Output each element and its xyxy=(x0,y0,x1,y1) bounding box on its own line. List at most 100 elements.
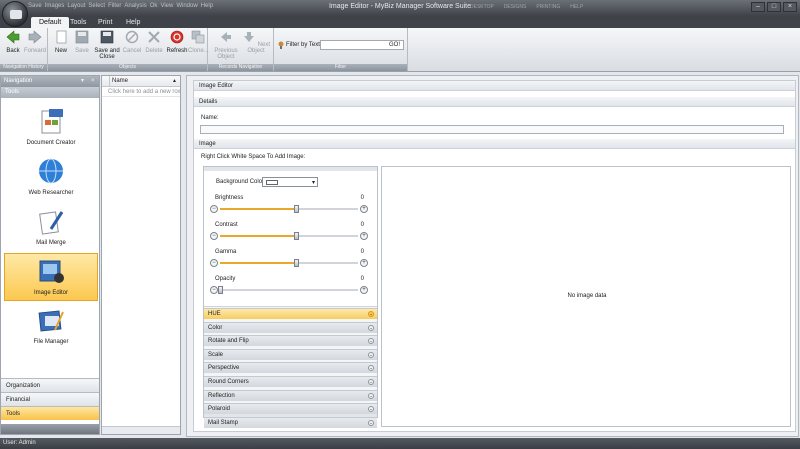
section-mail-stamp[interactable]: Mail Stamp ⌄ xyxy=(204,416,377,428)
increase-icon[interactable]: + xyxy=(360,259,368,267)
decrease-icon[interactable]: − xyxy=(210,232,218,240)
decrease-icon[interactable]: − xyxy=(210,205,218,213)
expand-chevron-icon[interactable]: ⌄ xyxy=(368,338,374,345)
new-document-icon xyxy=(56,30,67,44)
expand-chevron-icon[interactable]: ⌄ xyxy=(368,351,374,358)
slider-thumb[interactable] xyxy=(293,259,299,267)
status-user: User: Admin xyxy=(3,440,36,446)
nav-item-mail-merge[interactable]: Mail Merge xyxy=(4,204,98,252)
pin-icon[interactable]: ▾ xyxy=(81,76,84,87)
section-polaroid[interactable]: Polaroid ⌄ xyxy=(204,403,377,415)
image-editor-icon xyxy=(39,260,64,283)
section-rotate-and-flip[interactable]: Rotate and Flip ⌄ xyxy=(204,335,377,347)
slider-value: 0 xyxy=(360,222,364,228)
decrease-icon[interactable]: − xyxy=(210,286,218,294)
slider-value: 0 xyxy=(360,249,364,255)
clone-button[interactable]: Clone... xyxy=(188,30,209,54)
forward-button[interactable]: Forward xyxy=(24,30,46,54)
window-menu-item[interactable]: DESKTOP xyxy=(470,4,494,10)
section-reflection[interactable]: Reflection ⌄ xyxy=(204,389,377,401)
increase-icon[interactable]: + xyxy=(360,205,368,213)
window-menu-item[interactable]: HELP xyxy=(570,4,583,10)
section-hue[interactable]: HUE ⌄ xyxy=(204,308,377,319)
nav-item-label: File Manager xyxy=(33,339,69,345)
increase-icon[interactable]: + xyxy=(360,286,368,294)
section-round-corners[interactable]: Round Corners ⌄ xyxy=(204,376,377,387)
window-menu-item[interactable]: PRINTING xyxy=(536,4,560,10)
image-editor-header: Image Editor xyxy=(194,81,795,91)
slider-track[interactable] xyxy=(220,232,358,240)
expand-chevron-icon[interactable]: ⌄ xyxy=(368,406,374,413)
save-close-icon xyxy=(100,30,114,44)
delete-button[interactable]: Delete xyxy=(144,30,164,54)
background-color-label: Background Color xyxy=(216,179,265,185)
close-pane-icon[interactable]: × xyxy=(91,76,95,87)
name-field[interactable] xyxy=(200,125,784,134)
panel-splitter-bottom[interactable] xyxy=(204,414,377,417)
new-row-hint[interactable]: Click here to add a new row xyxy=(102,87,180,97)
nav-item-web-researcher[interactable]: Web Researcher xyxy=(4,154,98,202)
nav-group-financial[interactable]: Financial xyxy=(1,392,99,406)
section-perspective[interactable]: Perspective ⌄ xyxy=(204,362,377,374)
slider-thumb[interactable] xyxy=(293,205,299,213)
slider-thumb[interactable] xyxy=(218,286,223,294)
section-label: Mail Stamp xyxy=(208,419,239,426)
previous-object-button[interactable]: Previous Object xyxy=(214,30,238,60)
application-menu-button[interactable] xyxy=(2,1,28,27)
expand-chevron-icon[interactable]: ⌄ xyxy=(368,419,374,426)
increase-icon[interactable]: + xyxy=(360,232,368,240)
next-object-button[interactable]: Next Object xyxy=(242,30,270,54)
nav-item-label: Image Editor xyxy=(33,290,69,296)
name-column-header[interactable]: Name ▲ xyxy=(110,76,180,86)
ribbon: Back Forward Navigation History New Save… xyxy=(0,28,800,72)
expand-chevron-icon[interactable]: ⌄ xyxy=(368,324,374,331)
background-color-picker[interactable]: ▾ xyxy=(262,177,318,187)
expand-chevron-icon[interactable]: ⌄ xyxy=(368,392,374,399)
filter-text-input[interactable]: GO! xyxy=(320,40,404,50)
new-button[interactable]: New xyxy=(52,30,70,54)
image-preview-area[interactable]: No image data xyxy=(381,166,791,427)
delete-label: Delete xyxy=(145,48,163,54)
section-label: Rotate and Flip xyxy=(208,338,249,345)
expand-chevron-icon[interactable]: ⌄ xyxy=(368,365,374,372)
nav-item-file-manager[interactable]: File Manager xyxy=(4,303,98,351)
slider-track[interactable] xyxy=(220,259,358,267)
chevron-down-icon: ▾ xyxy=(311,180,315,186)
nav-item-document-creator[interactable]: Document Creator xyxy=(4,104,98,152)
section-color[interactable]: Color ⌄ xyxy=(204,321,377,333)
nav-item-image-editor[interactable]: Image Editor xyxy=(4,253,98,301)
mail-merge-icon xyxy=(39,211,64,235)
sort-ascending-icon: ▲ xyxy=(172,78,177,84)
tools-section-header: Tools xyxy=(1,87,99,98)
save-and-close-button[interactable]: Save and Close xyxy=(94,30,120,60)
section-scale[interactable]: Scale ⌄ xyxy=(204,348,377,360)
slider-thumb[interactable] xyxy=(293,232,299,240)
records-navigation-label: Records Navigation xyxy=(208,64,273,71)
save-button[interactable]: Save xyxy=(72,30,92,54)
decrease-icon[interactable]: − xyxy=(210,259,218,267)
nav-group-organization[interactable]: Organization xyxy=(1,378,99,392)
tab-print[interactable]: Print xyxy=(90,17,120,28)
slider-track[interactable] xyxy=(218,286,358,294)
back-button[interactable]: Back xyxy=(3,30,23,54)
slider-fill xyxy=(220,235,296,237)
refresh-button[interactable]: Refresh xyxy=(166,30,188,54)
expand-chevron-icon[interactable]: ⌄ xyxy=(368,311,374,317)
section-label: Reflection xyxy=(208,392,235,399)
list-horizontal-scrollbar[interactable] xyxy=(102,426,180,434)
cancel-button[interactable]: Cancel xyxy=(122,30,142,54)
panel-splitter-top[interactable] xyxy=(204,167,377,171)
close-button[interactable]: × xyxy=(783,2,797,12)
nav-footer xyxy=(1,424,99,434)
image-editor-panel: Image Editor Details Name: Image Right C… xyxy=(193,80,796,432)
minimize-button[interactable]: – xyxy=(751,2,765,12)
nav-group-tools[interactable]: Tools xyxy=(1,406,99,420)
maximize-button[interactable]: □ xyxy=(767,2,781,12)
expand-chevron-icon[interactable]: ⌄ xyxy=(368,379,374,385)
tab-help[interactable]: Help xyxy=(118,17,148,28)
slider-track[interactable] xyxy=(220,205,358,213)
go-button[interactable]: GO! xyxy=(389,42,400,48)
slider-value: 0 xyxy=(360,276,364,282)
back-arrow-icon xyxy=(6,30,20,44)
window-menu-item[interactable]: DESIGNS xyxy=(504,4,527,10)
